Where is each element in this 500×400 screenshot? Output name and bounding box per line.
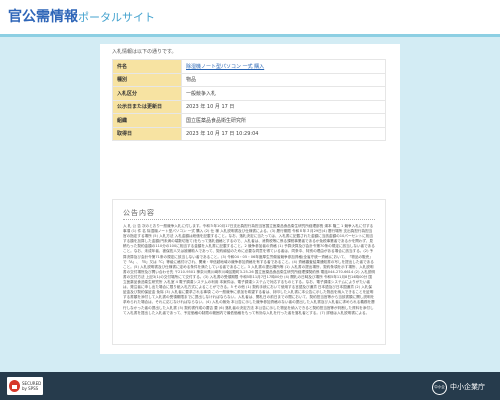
site-title-sub[interactable]: ポータルサイト	[78, 11, 155, 24]
bid-info-table: 件名 除湿機ノート型パソコン 一式 購入 種別 物品 入札区分 一般競争入札 公…	[112, 59, 386, 141]
table-row: 件名 除湿機ノート型パソコン 一式 購入	[112, 59, 386, 74]
site-title[interactable]: 官公需情報ポータルサイト	[8, 7, 155, 28]
table-row: 組織 国立医薬品食品衛生研究所	[112, 113, 386, 128]
row-label: 組織	[112, 113, 182, 128]
agency-name[interactable]: 中小企業庁	[450, 382, 485, 392]
content-card: 入札情報は以下の通りです。 件名 除湿機ノート型パソコン 一式 購入 種別 物品…	[100, 44, 400, 354]
header-stripe	[0, 34, 500, 37]
notice-panel: 公告内容 入 札 公 告 次のとおり一般競争入札に付します。令和５年10月17日…	[112, 199, 386, 345]
badge-line-2: by SPSS	[22, 386, 39, 391]
intro-text: 入札情報は以下の通りです。	[112, 49, 177, 55]
row-value: 物品	[181, 72, 386, 87]
table-row: 公示日または更新日 2023 年 10 月 17 日	[112, 99, 386, 114]
agency-logo-icon[interactable]: 中小企業庁	[432, 380, 447, 395]
row-label: 公示日または更新日	[112, 99, 182, 114]
row-label: 件名	[112, 59, 182, 74]
site-title-main[interactable]: 官公需情報	[8, 9, 78, 25]
table-row: 入札区分 一般競争入札	[112, 86, 386, 101]
site-footer: SECURED by SPSS 中小企業庁 中小企業庁	[0, 372, 500, 400]
notice-title: 公告内容	[123, 209, 155, 217]
security-badge[interactable]: SECURED by SPSS	[7, 377, 43, 395]
row-label: 取得日	[112, 126, 182, 141]
row-value: 一般競争入札	[181, 86, 386, 101]
row-value: 2023 年 10 月 17 日 10:29:04	[181, 126, 386, 141]
row-label: 種別	[112, 72, 182, 87]
site-header: 官公需情報ポータルサイト	[0, 0, 500, 35]
badge-text: SECURED by SPSS	[22, 381, 41, 391]
item-name-link[interactable]: 除湿機ノート型パソコン 一式 購入	[181, 59, 386, 74]
row-label: 入札区分	[112, 86, 182, 101]
row-value: 国立医薬品食品衛生研究所	[181, 113, 386, 128]
table-row: 種別 物品	[112, 72, 386, 87]
row-value: 2023 年 10 月 17 日	[181, 99, 386, 114]
notice-divider	[123, 219, 375, 220]
table-row: 取得日 2023 年 10 月 17 日 10:29:04	[112, 126, 386, 141]
lock-icon	[9, 380, 20, 392]
notice-body: 入 札 公 告 次のとおり一般競争入札に付します。令和５年10月17日支出負担行…	[123, 224, 375, 315]
